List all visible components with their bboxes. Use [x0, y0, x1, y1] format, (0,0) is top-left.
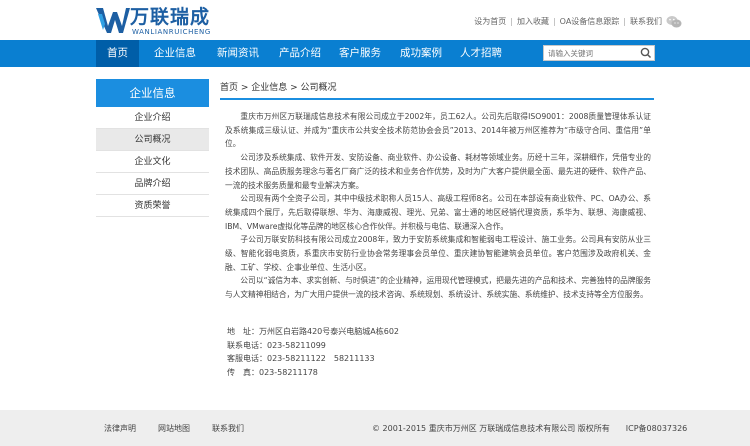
add-favorite-link[interactable]: 加入收藏 [517, 17, 549, 26]
wechat-icon[interactable] [666, 15, 682, 29]
article-paragraph: 重庆市万州区万联瑞成信息技术有限公司成立于2002年，员工62人。公司先后取得I… [225, 112, 651, 149]
nav-item-products[interactable]: 产品介绍 [271, 40, 329, 67]
breadcrumb: 首页 > 企业信息 > 公司概况 [220, 83, 337, 93]
sidebar-title: 企业信息 [96, 79, 209, 107]
contact-us-link[interactable]: 联系我们 [630, 17, 662, 26]
logo[interactable]: 万联瑞成 WANLIANRUICHENG [96, 6, 216, 36]
company-overview-article: 重庆市万州区万联瑞成信息技术有限公司成立于2002年，员工62人。公司先后取得I… [225, 110, 651, 302]
article-paragraph: 公司以“诚信为本、求实创新、与时俱进”的企业精神，运用现代管理模式，把最先进的产… [225, 276, 651, 300]
nav-item-customer-service[interactable]: 客户服务 [331, 40, 389, 67]
contact-phone: 联系电话：023-58211099 [227, 340, 326, 350]
contact-fax: 传 真：023-58211178 [227, 367, 318, 377]
breadcrumb-divider [220, 98, 654, 100]
divider: | [552, 17, 556, 26]
nav-item-company-info[interactable]: 企业信息 [146, 40, 204, 67]
footer-link-legal[interactable]: 法律声明 [104, 424, 136, 434]
nav-item-home[interactable]: 首页 [96, 40, 139, 67]
brand-name-cn: 万联瑞成 [130, 6, 211, 28]
footer-link-contact[interactable]: 联系我们 [212, 424, 244, 434]
search-icon[interactable] [638, 46, 654, 60]
search-input[interactable] [548, 46, 636, 60]
top-links: 设为首页 | 加入收藏 | OA设备信息跟踪 | 联系我们 [474, 16, 662, 28]
article-paragraph: 子公司万联安防科技有限公司成立2008年，致力于安防系统集成和智能弱电工程设计、… [225, 235, 651, 272]
nav-item-news[interactable]: 新闻资讯 [209, 40, 267, 67]
sidebar-item-company-overview[interactable]: 公司概况 [96, 129, 209, 151]
sidebar-menu: 企业介绍 公司概况 企业文化 品牌介绍 资质荣誉 [96, 107, 209, 217]
site-header: 万联瑞成 WANLIANRUICHENG 设为首页 | 加入收藏 | OA设备信息跟踪 |… [0, 0, 750, 40]
contact-service-phone: 客服电话：023-58211122 58211133 [227, 354, 375, 363]
sidebar-item-qualifications[interactable]: 资质荣誉 [96, 195, 209, 217]
nav-item-recruitment[interactable]: 人才招聘 [452, 40, 510, 67]
oa-tracking-link[interactable]: OA设备信息跟踪 [560, 17, 620, 26]
sidebar-item-company-intro[interactable]: 企业介绍 [96, 107, 209, 129]
sidebar-item-corporate-culture[interactable]: 企业文化 [96, 151, 209, 173]
sidebar-item-brand-intro[interactable]: 品牌介绍 [96, 173, 209, 195]
search-box [543, 45, 655, 61]
divider: | [623, 17, 626, 26]
nav-item-success-cases[interactable]: 成功案例 [392, 40, 450, 67]
divider: | [510, 17, 513, 26]
contact-address: 地 址：万州区白岩路420号泰兴电脑城A栋602 [227, 327, 400, 336]
logo-w-icon [96, 8, 130, 33]
brand-name-en: WANLIANRUICHENG [132, 28, 211, 36]
footer-link-sitemap[interactable]: 网站地图 [158, 424, 190, 434]
site-footer: 法律声明 网站地图 联系我们 © 2001-2015 重庆市万州区 万联瑞成信息… [0, 410, 750, 446]
set-homepage-link[interactable]: 设为首页 [474, 17, 506, 26]
copyright-text: © 2001-2015 重庆市万州区 万联瑞成信息技术有限公司 版权所有 ICP… [372, 424, 688, 433]
article-paragraph: 公司现有两个全资子公司，其中中级技术职称人员15人、高级工程师8名。公司在本部设… [225, 194, 651, 231]
contact-info: 地 址：万州区白岩路420号泰兴电脑城A栋602 联系电话：023-582110… [227, 325, 399, 379]
article-paragraph: 公司涉及系统集成、软件开发、安防设备、商业软件、办公设备、耗材等领域业务。历经十… [225, 153, 651, 190]
